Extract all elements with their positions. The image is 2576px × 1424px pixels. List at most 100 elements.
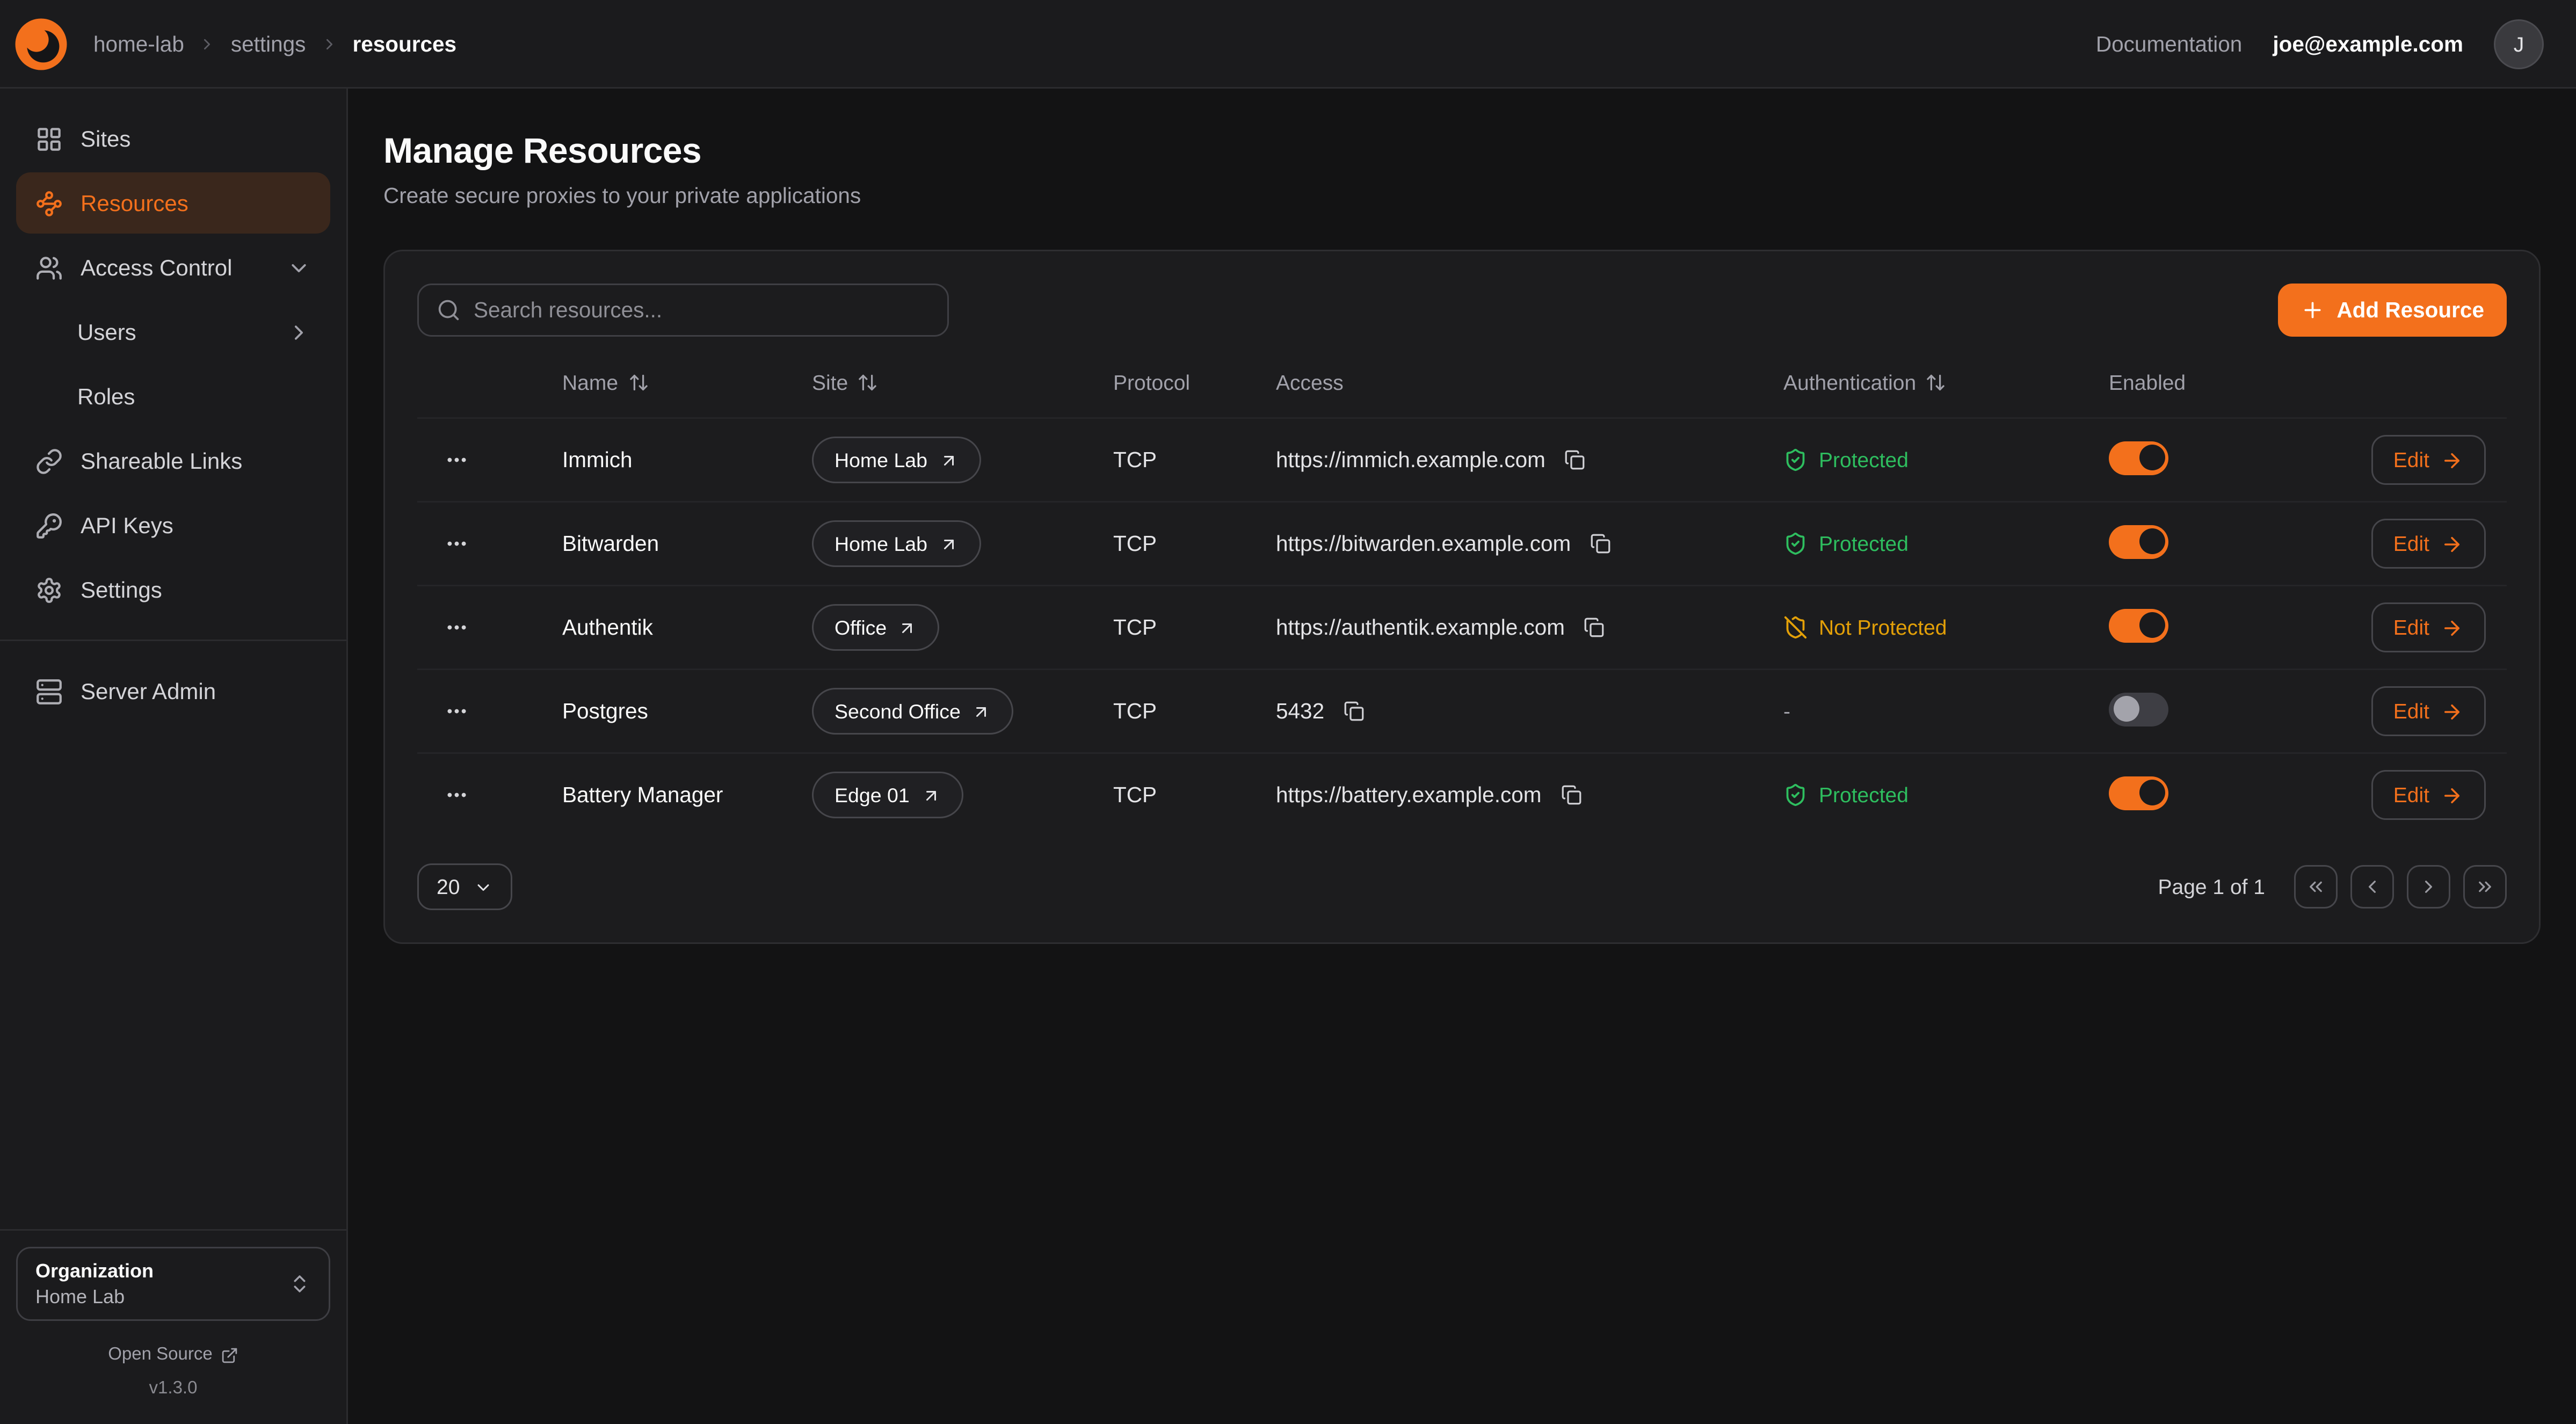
site-link-button[interactable]: Second Office: [812, 688, 1014, 735]
resource-name: Bitwarden: [562, 532, 812, 556]
sidebar-item-sites[interactable]: Sites: [16, 108, 330, 169]
first-page-button[interactable]: [2294, 865, 2338, 909]
pagination-controls: Page 1 of 1: [2158, 865, 2507, 909]
row-actions-button[interactable]: [438, 525, 475, 562]
resources-icon: [35, 190, 63, 217]
sidebar-item-shareable-links[interactable]: Shareable Links: [16, 430, 330, 491]
copy-button[interactable]: [1587, 530, 1614, 557]
row-actions-button[interactable]: [438, 776, 475, 813]
chevron-down-icon: [287, 256, 311, 280]
protocol-value: TCP: [1113, 699, 1276, 723]
page-title: Manage Resources: [383, 130, 2541, 172]
row-actions-button[interactable]: [438, 693, 475, 730]
edit-button[interactable]: Edit: [2371, 770, 2486, 820]
arrow-up-right-icon: [939, 451, 958, 470]
user-email[interactable]: joe@example.com: [2273, 32, 2463, 56]
copy-icon: [1561, 784, 1581, 805]
ellipsis-icon: [445, 783, 469, 807]
sidebar-item-resources[interactable]: Resources: [16, 172, 330, 234]
sidebar-divider: [0, 640, 346, 641]
row-actions-button[interactable]: [438, 609, 475, 646]
next-page-button[interactable]: [2407, 865, 2450, 909]
server-icon: [35, 678, 63, 705]
edit-button[interactable]: Edit: [2371, 519, 2486, 569]
arrow-up-right-icon: [898, 618, 917, 637]
add-resource-button[interactable]: Add Resource: [2279, 284, 2507, 337]
enabled-toggle[interactable]: [2109, 525, 2168, 558]
organization-label: Organization: [35, 1260, 288, 1282]
sort-icon[interactable]: [1926, 372, 1947, 393]
enabled-toggle[interactable]: [2109, 441, 2168, 475]
sidebar-item-access-control[interactable]: Access Control: [16, 237, 330, 298]
protocol-value: TCP: [1113, 783, 1276, 807]
sidebar-item-settings[interactable]: Settings: [16, 559, 330, 620]
sidebar-nav: Sites Resources Access Control: [16, 108, 330, 722]
auth-status: -: [1783, 699, 2109, 723]
search-input[interactable]: [474, 298, 930, 322]
protocol-value: TCP: [1113, 448, 1276, 472]
topbar-right: Documentation joe@example.com J: [2096, 19, 2544, 69]
last-page-button[interactable]: [2463, 865, 2507, 909]
sidebar-spacer: [16, 722, 330, 1213]
edit-button[interactable]: Edit: [2371, 686, 2486, 736]
copy-button[interactable]: [1557, 781, 1585, 809]
auth-label: Protected: [1819, 448, 1909, 472]
sites-icon: [35, 125, 63, 152]
main-content: Manage Resources Create secure proxies t…: [348, 89, 2576, 1424]
auth-status: Protected: [1783, 448, 2109, 472]
key-icon: [35, 512, 63, 539]
open-source-label: Open Source: [108, 1345, 212, 1364]
site-link-button[interactable]: Edge 01: [812, 772, 963, 818]
page-size-value: 20: [437, 875, 460, 899]
access-value: https://battery.example.com: [1276, 783, 1541, 807]
external-link-icon: [221, 1346, 238, 1364]
copy-button[interactable]: [1562, 446, 1589, 474]
previous-page-button[interactable]: [2350, 865, 2394, 909]
site-link-button[interactable]: Home Lab: [812, 520, 981, 567]
chevrons-up-down-icon: [288, 1273, 311, 1295]
chevrons-right-icon: [2475, 876, 2495, 897]
breadcrumb: home-lab settings resources: [93, 32, 456, 56]
column-header-name: Name: [562, 370, 812, 394]
organization-value: Home Lab: [35, 1285, 288, 1308]
open-source-link[interactable]: Open Source: [16, 1345, 330, 1364]
sidebar-item-label: Users: [77, 319, 136, 345]
access-value: https://authentik.example.com: [1276, 615, 1565, 640]
card-toolbar: Add Resource: [417, 284, 2507, 337]
enabled-toggle[interactable]: [2109, 692, 2168, 726]
resource-name: Postgres: [562, 699, 812, 723]
breadcrumb-resources[interactable]: resources: [352, 32, 456, 56]
users-icon: [35, 254, 63, 281]
table-row: Authentik Office TCP https://authentik.e…: [417, 585, 2507, 669]
organization-selector[interactable]: Organization Home Lab: [16, 1247, 330, 1321]
row-actions-button[interactable]: [438, 441, 475, 478]
enabled-toggle[interactable]: [2109, 608, 2168, 642]
sidebar-item-label: Server Admin: [81, 678, 216, 704]
toggle-knob: [2139, 528, 2165, 554]
sort-icon[interactable]: [628, 372, 649, 393]
breadcrumb-org[interactable]: home-lab: [93, 32, 184, 56]
site-link-button[interactable]: Home Lab: [812, 437, 981, 483]
breadcrumb-settings[interactable]: settings: [231, 32, 306, 56]
table-header-row: Name Site Protocol Access Authenticati: [417, 346, 2507, 417]
app-logo[interactable]: [14, 17, 68, 70]
arrow-up-right-icon: [939, 534, 958, 554]
sidebar-item-roles[interactable]: Roles: [16, 366, 330, 427]
sort-icon[interactable]: [858, 372, 879, 393]
edit-button[interactable]: Edit: [2371, 435, 2486, 485]
documentation-link[interactable]: Documentation: [2096, 32, 2242, 56]
sidebar-item-api-keys[interactable]: API Keys: [16, 495, 330, 556]
avatar[interactable]: J: [2494, 19, 2544, 69]
copy-button[interactable]: [1340, 698, 1368, 725]
avatar-initial: J: [2514, 32, 2524, 56]
edit-button[interactable]: Edit: [2371, 602, 2486, 652]
chevron-left-icon: [2362, 876, 2383, 897]
site-link-button[interactable]: Office: [812, 604, 940, 651]
page-size-select[interactable]: 20: [417, 863, 513, 910]
sidebar-item-server-admin[interactable]: Server Admin: [16, 660, 330, 722]
sidebar-item-users[interactable]: Users: [16, 301, 330, 362]
sidebar-item-label: Settings: [81, 577, 162, 602]
copy-button[interactable]: [1581, 614, 1608, 641]
toggle-knob: [2139, 780, 2165, 805]
enabled-toggle[interactable]: [2109, 776, 2168, 810]
